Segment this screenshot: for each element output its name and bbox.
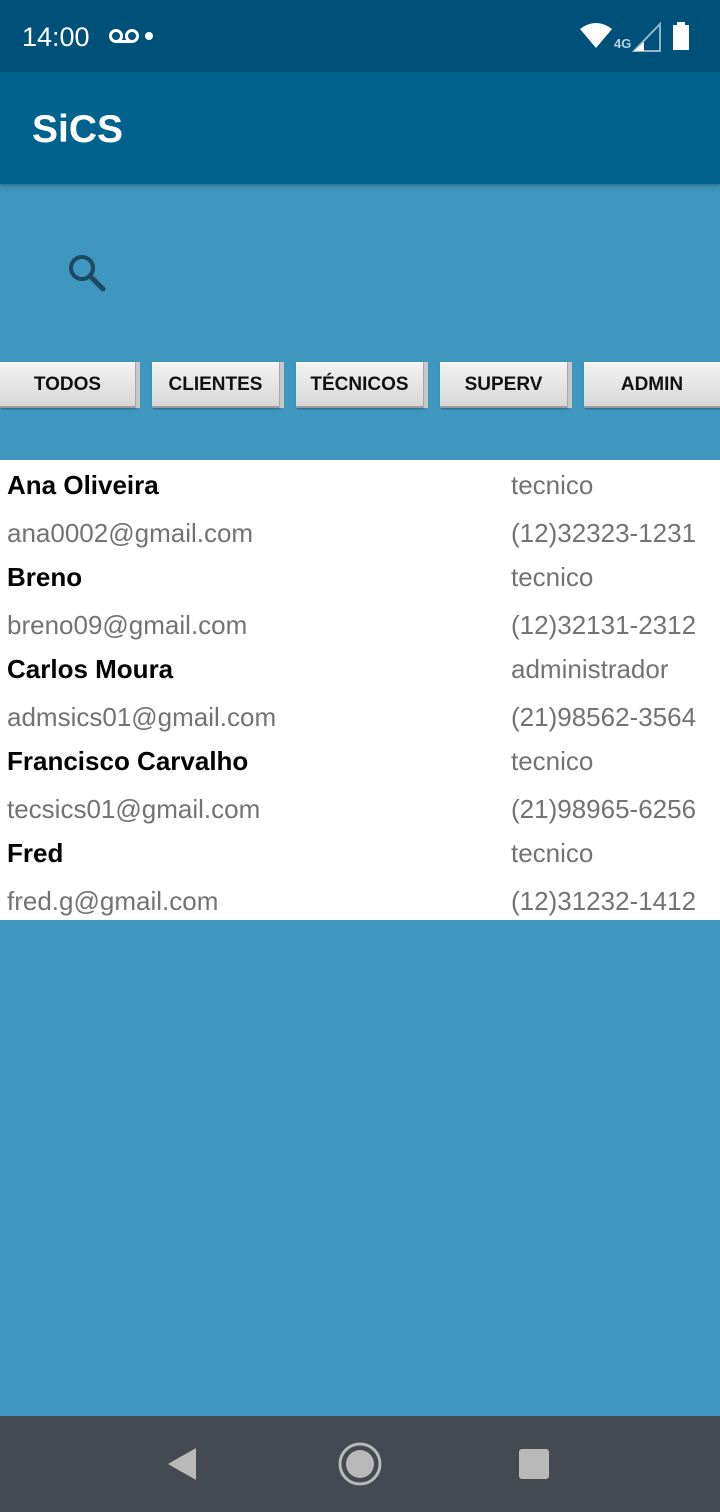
back-icon[interactable] bbox=[166, 1446, 198, 1482]
cellular-signal-icon bbox=[632, 22, 661, 52]
user-role: tecnico bbox=[511, 562, 594, 592]
status-time: 14:00 bbox=[22, 22, 90, 52]
network-type-label: 4G bbox=[614, 36, 632, 51]
list-item[interactable]: Fred tecnico fred.g@gmail.com (12)31232-… bbox=[0, 828, 720, 920]
home-icon[interactable] bbox=[336, 1440, 384, 1488]
user-email: admsics01@gmail.com bbox=[7, 702, 277, 732]
user-name: Carlos Moura bbox=[7, 654, 174, 684]
user-email: fred.g@gmail.com bbox=[7, 886, 219, 916]
list-item[interactable]: Francisco Carvalho tecnico tecsics01@gma… bbox=[0, 736, 720, 828]
search-icon[interactable] bbox=[66, 252, 108, 294]
search-input[interactable] bbox=[120, 236, 684, 308]
app-bar: SiCS bbox=[0, 72, 720, 184]
user-phone: (12)32131-2312 bbox=[511, 610, 697, 640]
user-phone: (12)32323-1231 bbox=[511, 518, 697, 548]
filter-tecnicos-button[interactable]: TÉCNICOS bbox=[296, 362, 423, 408]
user-name: Francisco Carvalho bbox=[7, 746, 249, 776]
list-item[interactable]: Carlos Moura administrador admsics01@gma… bbox=[0, 644, 720, 736]
user-name: Ana Oliveira bbox=[7, 470, 159, 500]
recents-icon[interactable] bbox=[518, 1448, 550, 1480]
filter-admin-button[interactable]: ADMIN bbox=[584, 362, 720, 408]
user-name: Fred bbox=[7, 838, 64, 868]
user-phone: (21)98965-6256 bbox=[511, 794, 697, 824]
user-role: tecnico bbox=[511, 470, 594, 500]
user-role: tecnico bbox=[511, 746, 594, 776]
user-phone: (12)31232-1412 bbox=[511, 886, 697, 916]
divider bbox=[567, 362, 572, 408]
wifi-icon bbox=[580, 23, 612, 48]
divider bbox=[135, 362, 140, 408]
app-title: SiCS bbox=[32, 108, 124, 151]
divider bbox=[423, 362, 428, 408]
user-role: tecnico bbox=[511, 838, 594, 868]
list-item[interactable]: Ana Oliveira tecnico ana0002@gmail.com (… bbox=[0, 460, 720, 552]
navigation-bar bbox=[0, 1416, 720, 1512]
user-role: administrador bbox=[511, 654, 669, 684]
divider bbox=[279, 362, 284, 408]
voicemail-icon bbox=[109, 29, 139, 43]
list-item[interactable]: Breno tecnico breno09@gmail.com (12)3213… bbox=[0, 552, 720, 644]
filter-clientes-button[interactable]: CLIENTES bbox=[152, 362, 279, 408]
user-name: Breno bbox=[7, 562, 83, 592]
user-phone: (21)98562-3564 bbox=[511, 702, 697, 732]
battery-icon bbox=[673, 22, 689, 50]
filter-button-row: TODOS CLIENTES TÉCNICOS SUPERV ADMIN bbox=[0, 362, 720, 410]
user-email: tecsics01@gmail.com bbox=[7, 794, 261, 824]
user-list: Ana Oliveira tecnico ana0002@gmail.com (… bbox=[0, 460, 720, 920]
filter-supervisores-button[interactable]: SUPERV bbox=[440, 362, 567, 408]
notification-dot-icon bbox=[145, 32, 153, 40]
filter-todos-button[interactable]: TODOS bbox=[0, 362, 135, 408]
user-email: breno09@gmail.com bbox=[7, 610, 248, 640]
user-email: ana0002@gmail.com bbox=[7, 518, 254, 548]
status-bar: 14:00 4G bbox=[0, 0, 720, 72]
